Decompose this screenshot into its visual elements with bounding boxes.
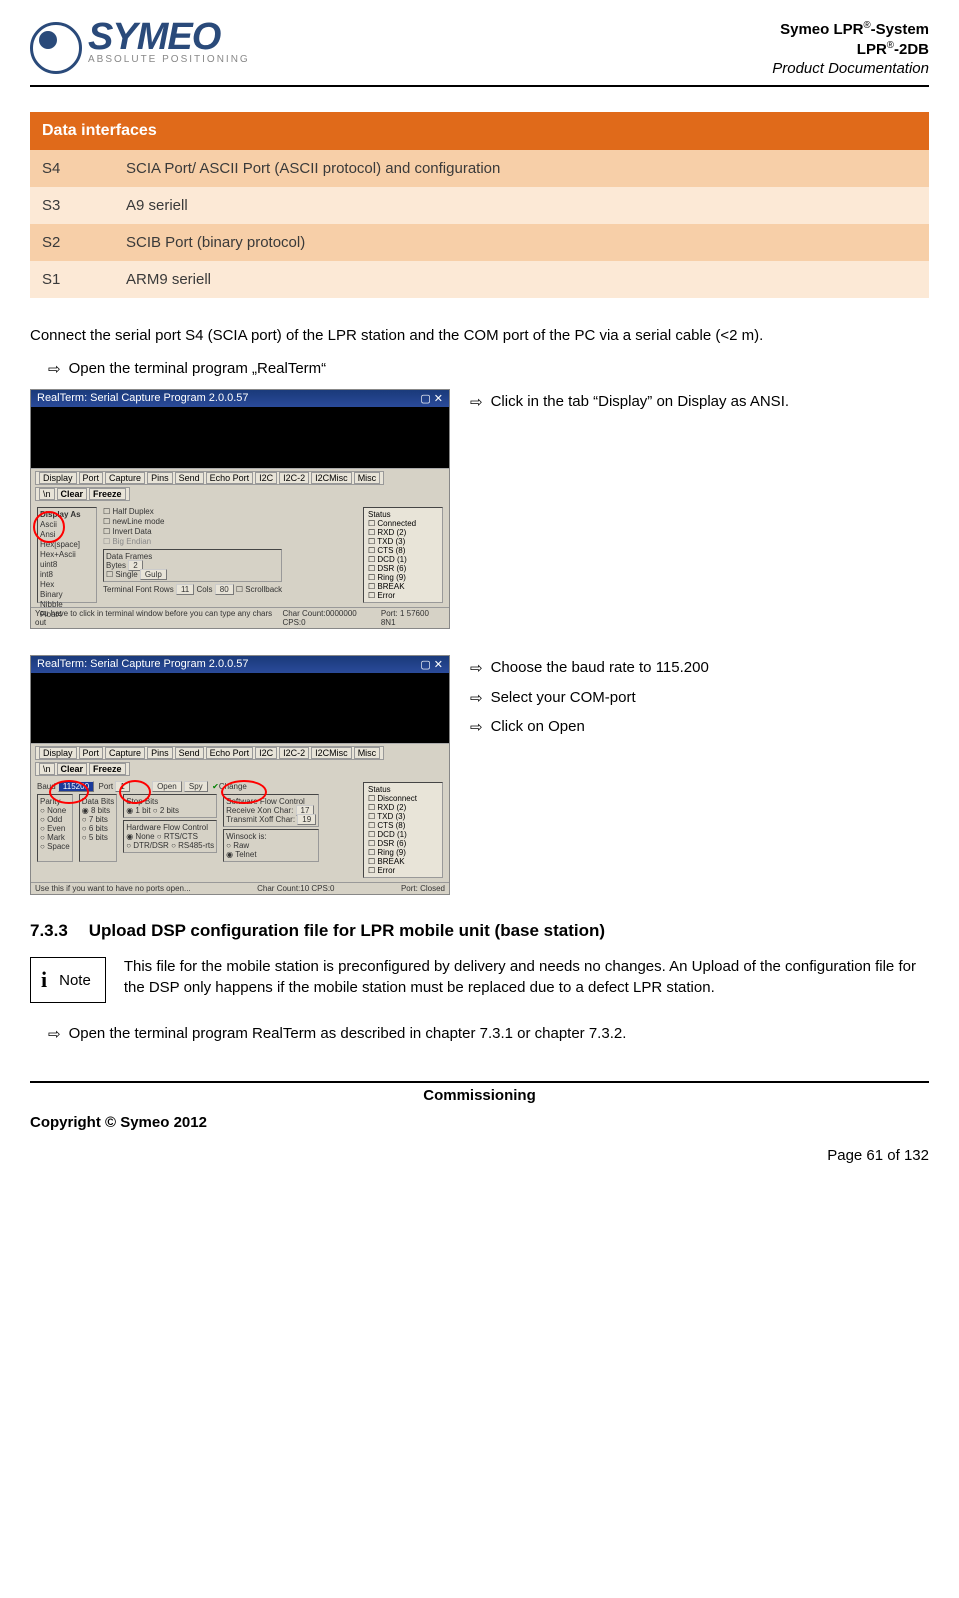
terminal-area bbox=[31, 673, 449, 743]
realterm-screenshot-port: RealTerm: Serial Capture Program 2.0.0.5… bbox=[30, 655, 450, 895]
logo: SYMEO ABSOLUTE POSITIONING bbox=[30, 20, 250, 74]
table-row: S2SCIB Port (binary protocol) bbox=[30, 224, 929, 261]
window-controls-icon: ▢ ✕ bbox=[420, 392, 443, 405]
step-item: ⇨ Select your COM-port bbox=[470, 689, 929, 709]
table-row: S3A9 seriell bbox=[30, 187, 929, 224]
step-item: ⇨ Click on Open bbox=[470, 718, 929, 738]
step-item: ⇨ Choose the baud rate to 115.200 bbox=[470, 659, 929, 679]
logo-text: SYMEO bbox=[88, 20, 250, 54]
arrow-icon: ⇨ bbox=[48, 1025, 61, 1045]
copyright: Copyright © Symeo 2012 bbox=[30, 1114, 929, 1131]
note-box: i Note bbox=[30, 957, 106, 1003]
arrow-icon: ⇨ bbox=[48, 360, 61, 380]
logo-icon bbox=[30, 22, 82, 74]
paragraph: Connect the serial port S4 (SCIA port) o… bbox=[30, 326, 929, 346]
terminal-area bbox=[31, 407, 449, 468]
footer-section: Commissioning bbox=[30, 1081, 929, 1104]
page-number: Page 61 of 132 bbox=[30, 1147, 929, 1164]
realterm-screenshot-display: RealTerm: Serial Capture Program 2.0.0.5… bbox=[30, 389, 450, 629]
step-item: ⇨ Open the terminal program RealTerm as … bbox=[48, 1025, 929, 1045]
step-item: ⇨ Open the terminal program „RealTerm“ bbox=[48, 360, 929, 380]
table-row: S1ARM9 seriell bbox=[30, 261, 929, 298]
arrow-icon: ⇨ bbox=[470, 659, 483, 679]
header-doc-title: Symeo LPR®-System LPR®-2DB Product Docum… bbox=[772, 20, 929, 79]
page-header: SYMEO ABSOLUTE POSITIONING Symeo LPR®-Sy… bbox=[30, 20, 929, 87]
arrow-icon: ⇨ bbox=[470, 689, 483, 709]
step-item: ⇨ Click in the tab “Display” on Display … bbox=[470, 393, 929, 413]
logo-subtitle: ABSOLUTE POSITIONING bbox=[88, 54, 250, 65]
table-row: S4SCIA Port/ ASCII Port (ASCII protocol)… bbox=[30, 150, 929, 187]
arrow-icon: ⇨ bbox=[470, 393, 483, 413]
arrow-icon: ⇨ bbox=[470, 718, 483, 738]
table-header: Data interfaces bbox=[30, 112, 929, 150]
data-interfaces-table: Data interfaces S4SCIA Port/ ASCII Port … bbox=[30, 112, 929, 298]
note-text: This file for the mobile station is prec… bbox=[124, 957, 929, 1003]
section-heading: 7.3.3 Upload DSP configuration file for … bbox=[30, 921, 929, 941]
window-controls-icon: ▢ ✕ bbox=[420, 658, 443, 671]
info-icon: i bbox=[41, 967, 47, 993]
